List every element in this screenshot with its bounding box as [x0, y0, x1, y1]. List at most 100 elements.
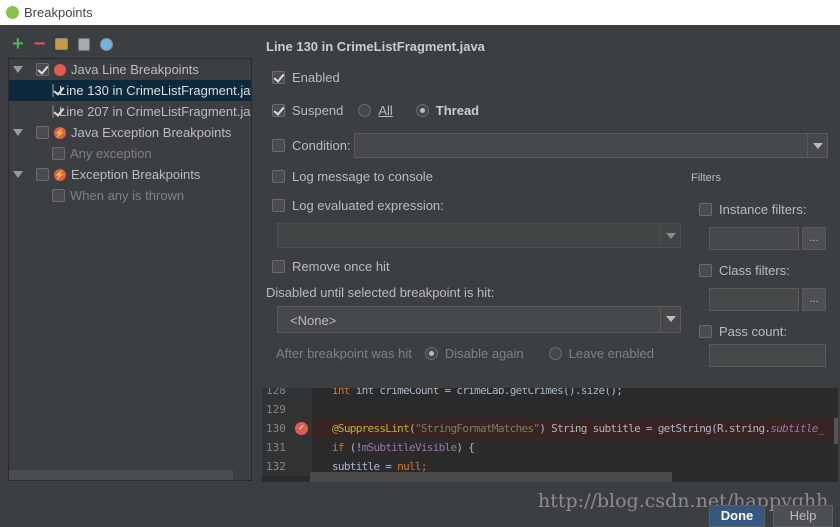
- done-button[interactable]: Done: [709, 505, 765, 527]
- tree-label: Line 130 in CrimeListFragment.java: [59, 83, 252, 98]
- breakpoint-select[interactable]: <None>: [277, 306, 681, 333]
- label: Suspend: [292, 103, 344, 118]
- condition-row: Condition:: [272, 138, 351, 153]
- expand-icon[interactable]: [13, 171, 23, 178]
- tree-label: Java Line Breakpoints: [71, 62, 199, 77]
- tree-label: Line 207 in CrimeListFragment.java: [59, 104, 252, 119]
- label: Class filters:: [719, 263, 790, 278]
- code-line-highlighted: @SuppressLint("StringFormatMatches") Str…: [312, 419, 838, 438]
- checkbox[interactable]: [36, 168, 49, 181]
- tree-group-java-line[interactable]: Java Line Breakpoints: [9, 59, 251, 80]
- checkbox[interactable]: [272, 199, 285, 212]
- checkbox[interactable]: [699, 264, 712, 277]
- code-preview: 128 int int crimeCount = crimeLab.getCri…: [262, 388, 838, 482]
- disabled-until-label: Disabled until selected breakpoint is hi…: [266, 285, 495, 300]
- title-bar: Breakpoints: [0, 0, 840, 25]
- breakpoints-tree: Java Line Breakpoints Line 130 in CrimeL…: [8, 58, 252, 481]
- android-studio-logo-icon: [6, 6, 19, 19]
- line-number: 132: [262, 457, 312, 476]
- all-radio[interactable]: [358, 104, 372, 117]
- chevron-down-icon[interactable]: [660, 224, 680, 247]
- remove-once-hit-checkbox[interactable]: Remove once hit: [272, 259, 390, 274]
- breakpoint-check-icon[interactable]: ✓: [295, 422, 308, 435]
- condition-input[interactable]: [354, 133, 828, 158]
- tree-item-line-207[interactable]: Line 207 in CrimeListFragment.java: [9, 101, 251, 122]
- checkbox[interactable]: [52, 147, 65, 160]
- label: Remove once hit: [292, 259, 390, 274]
- label: Enabled: [292, 70, 340, 85]
- line-number: 131: [262, 438, 312, 457]
- line-number: 128: [262, 388, 312, 400]
- add-icon[interactable]: +: [12, 34, 24, 54]
- log-message-checkbox[interactable]: Log message to console: [272, 169, 433, 184]
- after-hit-row: After breakpoint was hit Disable again L…: [276, 346, 654, 361]
- checkbox[interactable]: [272, 260, 285, 273]
- thread-radio[interactable]: [415, 104, 429, 117]
- condition-checkbox[interactable]: [272, 139, 285, 152]
- chevron-down-icon[interactable]: [807, 134, 827, 157]
- label: Pass count:: [719, 324, 787, 339]
- tree-label: Any exception: [70, 146, 152, 161]
- log-expression-checkbox[interactable]: Log evaluated expression:: [272, 198, 444, 213]
- help-button[interactable]: Help: [773, 505, 833, 527]
- red-dot-icon: [54, 63, 66, 76]
- remove-icon[interactable]: −: [34, 34, 46, 54]
- label: Disable again: [444, 346, 524, 361]
- label: Log message to console: [292, 169, 433, 184]
- class-filters-browse-button[interactable]: ...: [802, 288, 826, 311]
- expand-icon[interactable]: [13, 129, 23, 136]
- checkbox[interactable]: [699, 325, 712, 338]
- chevron-down-icon[interactable]: [660, 307, 680, 332]
- label: Thread: [435, 103, 480, 118]
- checkbox[interactable]: [699, 203, 712, 216]
- enabled-checkbox[interactable]: Enabled: [272, 70, 340, 85]
- code-vertical-scrollbar[interactable]: [834, 418, 838, 444]
- label: Log evaluated expression:: [292, 198, 444, 213]
- log-expression-input[interactable]: [277, 223, 681, 248]
- exception-icon: ⚡: [54, 168, 66, 181]
- group-by-class-icon[interactable]: [100, 37, 114, 51]
- tree-label: Exception Breakpoints: [71, 167, 201, 182]
- checkbox[interactable]: [36, 63, 49, 76]
- pass-count-checkbox[interactable]: Pass count:: [699, 324, 787, 339]
- expand-icon[interactable]: [13, 66, 23, 73]
- tree-label: Java Exception Breakpoints: [71, 125, 232, 140]
- filters-label: Filters: [691, 172, 721, 184]
- label: Instance filters:: [719, 202, 807, 217]
- label: Condition:: [292, 138, 351, 153]
- class-filters-input[interactable]: [709, 288, 799, 311]
- group-by-file-icon[interactable]: [78, 37, 91, 51]
- label: After breakpoint was hit: [276, 346, 412, 361]
- instance-filters-checkbox[interactable]: Instance filters:: [699, 202, 806, 217]
- selected-value: <None>: [290, 313, 337, 328]
- window-title: Breakpoints: [24, 5, 93, 20]
- checkbox[interactable]: [52, 84, 54, 97]
- tree-group-exception[interactable]: ⚡ Exception Breakpoints: [9, 164, 251, 185]
- tree-item-when-any-thrown[interactable]: When any is thrown: [9, 185, 251, 206]
- code-horizontal-scrollbar[interactable]: [310, 472, 672, 482]
- group-by-package-icon[interactable]: [55, 38, 69, 50]
- checkbox[interactable]: [272, 170, 285, 183]
- checkbox[interactable]: [36, 126, 49, 139]
- suspend-row: Suspend All Thread: [272, 103, 479, 118]
- instance-filters-browse-button[interactable]: ...: [802, 227, 826, 250]
- tree-group-java-exception[interactable]: ⚡ Java Exception Breakpoints: [9, 122, 251, 143]
- leave-enabled-radio[interactable]: [548, 347, 562, 360]
- toolbar: + −: [12, 34, 114, 54]
- checkbox[interactable]: [52, 105, 54, 118]
- class-filters-checkbox[interactable]: Class filters:: [699, 263, 790, 278]
- suspend-checkbox[interactable]: [272, 104, 285, 117]
- pass-count-input[interactable]: [709, 344, 826, 367]
- horizontal-scrollbar[interactable]: [9, 470, 233, 480]
- checkbox[interactable]: [272, 71, 285, 84]
- instance-filters-input[interactable]: [709, 227, 799, 250]
- code-line: if (!mSubtitleVisible) {: [332, 441, 475, 454]
- tree-label: When any is thrown: [70, 188, 185, 203]
- tree-item-line-130[interactable]: Line 130 in CrimeListFragment.java: [9, 80, 251, 101]
- checkbox[interactable]: [52, 189, 65, 202]
- details-title: Line 130 in CrimeListFragment.java: [266, 39, 485, 54]
- tree-item-any-exception[interactable]: Any exception: [9, 143, 251, 164]
- code-token-subtitle: subtitle_: [770, 422, 824, 435]
- line-number: 129: [262, 400, 312, 419]
- disable-again-radio[interactable]: [424, 347, 438, 360]
